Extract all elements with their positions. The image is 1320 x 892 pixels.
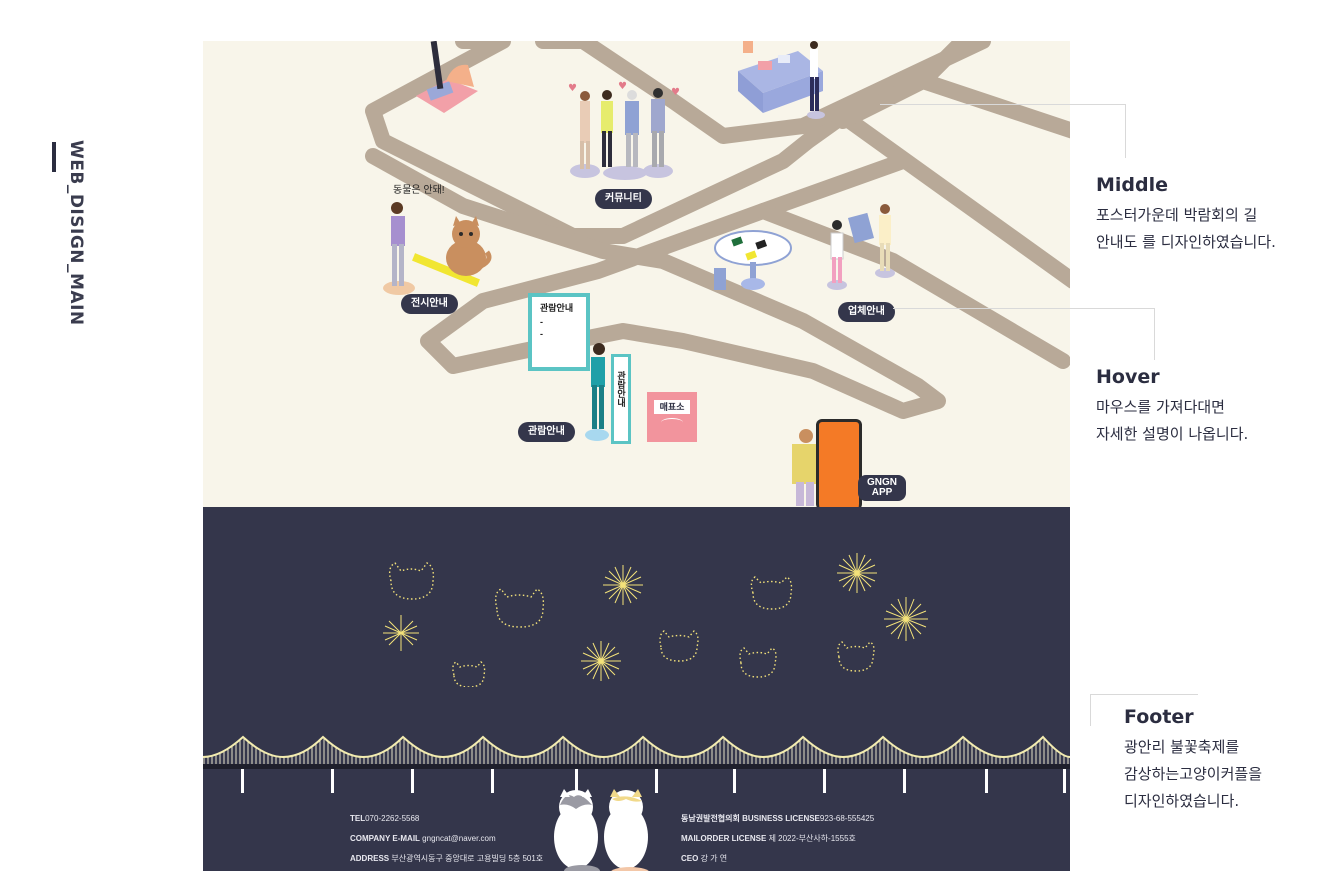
cat-firework-7 xyxy=(837,641,875,672)
ticket-booth: 매표소 xyxy=(647,392,697,442)
cat-firework-6 xyxy=(739,647,777,678)
footer-email-value: gngncat@naver.com xyxy=(422,834,496,843)
burst-4 xyxy=(581,641,621,681)
app-phone xyxy=(816,419,862,510)
footer-address-label: ADDRESS xyxy=(350,854,390,863)
side-title: WEB_DISIGN_MAIN xyxy=(66,140,86,326)
tour-board: 관람안내 - - xyxy=(528,293,590,371)
hover-annotation: Hover 마우스를 가져다대면 자세한 설명이 나옵니다. xyxy=(1096,366,1248,448)
footer-connector-h xyxy=(1090,694,1198,695)
footer-ceo-label: CEO xyxy=(681,854,699,863)
middle-connector-h xyxy=(880,104,1126,105)
svg-text:♥: ♥ xyxy=(618,81,627,92)
svg-text:♥: ♥ xyxy=(671,87,680,98)
cat-firework-2 xyxy=(494,588,545,628)
middle-annotation-desc: 포스터가운데 박람회의 길 안내도 를 디자인하였습니다. xyxy=(1096,206,1276,251)
middle-annotation-title: Middle xyxy=(1096,174,1169,196)
footer-annotation-title: Footer xyxy=(1124,706,1194,728)
middle-connector-v xyxy=(1125,104,1126,158)
speech-bubble: 동물은 안돼! xyxy=(393,185,445,196)
community-label[interactable]: 커뮤니티 xyxy=(595,189,652,209)
hover-annotation-title: Hover xyxy=(1096,366,1160,388)
booth-illustration xyxy=(738,41,825,119)
footer-mailorder-license: MAILORDER LICENSE 제 2022-부산사하-1555호 xyxy=(681,829,874,849)
hover-connector-h xyxy=(893,308,1155,309)
footer-tel-label: TEL xyxy=(350,814,366,823)
footer-tel-value: 070-2262-5568 xyxy=(365,814,420,823)
pen-hand-illustration xyxy=(416,41,478,113)
app-label-line2: APP xyxy=(871,487,893,498)
fireworks-illustration xyxy=(383,553,928,687)
exhibition-label[interactable]: 전시안내 xyxy=(401,294,458,314)
footer-email: COMPANY E-MAIL gngncat@naver.com xyxy=(350,829,543,849)
vendor-people-illustration xyxy=(827,204,895,290)
footer-address: ADDRESS 부산광역시동구 중앙대로 고용빌딩 5층 501호 xyxy=(350,849,543,869)
svg-text:♥: ♥ xyxy=(568,83,577,94)
hover-annotation-desc: 마우스를 가져다대면 자세한 설명이 나옵니다. xyxy=(1096,398,1249,443)
cat-firework-4 xyxy=(659,630,699,662)
footer-ceo-value: 강 가 연 xyxy=(700,854,728,863)
side-title-bar xyxy=(52,142,56,172)
footer-address-value: 부산광역시동구 중앙대로 고용빌딩 5층 501호 xyxy=(391,854,544,863)
burst-2 xyxy=(837,553,877,593)
footer-business-license-value: 923-68-555425 xyxy=(819,814,875,823)
footer-ceo: CEO 강 가 연 xyxy=(681,849,874,869)
footer-mailorder-license-label: MAILORDER LICENSE xyxy=(681,834,767,843)
vendor-label[interactable]: 업체안내 xyxy=(838,302,895,322)
footer-section: TEL070-2262-5568 COMPANY E-MAIL gngncat@… xyxy=(203,507,1070,871)
exhibition-illustration xyxy=(383,202,492,295)
design-canvas: ♥ ♥ ♥ 동물은 안돼! 관람안내 - - 관람안내 매표소 커뮤니티 전시안… xyxy=(203,41,1070,871)
footer-tel: TEL070-2262-5568 xyxy=(350,809,543,829)
app-label[interactable]: GNGN APP xyxy=(858,475,906,501)
map-section: ♥ ♥ ♥ 동물은 안돼! 관람안내 - - 관람안내 매표소 커뮤니티 전시안… xyxy=(203,41,1070,510)
table-illustration xyxy=(714,230,792,290)
footer-annotation: Footer 광안리 불꽃축제를 감상하는고양이커플을 디자인하였습니다. xyxy=(1124,706,1262,815)
footer-annotation-desc: 광안리 불꽃축제를 감상하는고양이커플을 디자인하였습니다. xyxy=(1124,738,1263,810)
cat-firework-3 xyxy=(750,576,793,610)
footer-email-label: COMPANY E-MAIL xyxy=(350,834,420,843)
cat-firework-5 xyxy=(452,661,486,687)
guide-woman-illustration xyxy=(585,343,609,441)
vertical-sign-label: 관람안내 xyxy=(616,371,626,407)
middle-annotation: Middle 포스터가운데 박람회의 길 안내도 를 디자인하였습니다. xyxy=(1096,174,1276,256)
ticket-window-icon xyxy=(661,418,683,427)
tour-label[interactable]: 관람안내 xyxy=(518,422,575,442)
ticket-booth-label: 매표소 xyxy=(654,400,690,414)
footer-business-license-label: 동남권발전협의회 BUSINESS LICENSE xyxy=(681,814,820,823)
community-people-illustration: ♥ ♥ ♥ xyxy=(568,81,680,180)
burst-5 xyxy=(383,615,419,651)
footer-connector-v xyxy=(1090,694,1091,726)
hover-connector-v xyxy=(1154,308,1155,360)
footer-info-right: 동남권발전협의회 BUSINESS LICENSE923-68-555425 M… xyxy=(681,809,874,869)
cat-firework-1 xyxy=(388,562,435,600)
vertical-sign: 관람안내 xyxy=(611,354,631,444)
burst-3 xyxy=(884,597,928,641)
tour-board-lines: - - xyxy=(540,317,543,339)
footer-business-license: 동남권발전협의회 BUSINESS LICENSE923-68-555425 xyxy=(681,809,874,829)
cat-couple-illustration xyxy=(554,789,649,871)
burst-1 xyxy=(603,565,643,605)
footer-mailorder-license-value: 제 2022-부산사하-1555호 xyxy=(768,834,856,843)
footer-info-left: TEL070-2262-5568 COMPANY E-MAIL gngncat@… xyxy=(350,809,543,869)
tour-board-title: 관람안내 xyxy=(540,303,574,313)
